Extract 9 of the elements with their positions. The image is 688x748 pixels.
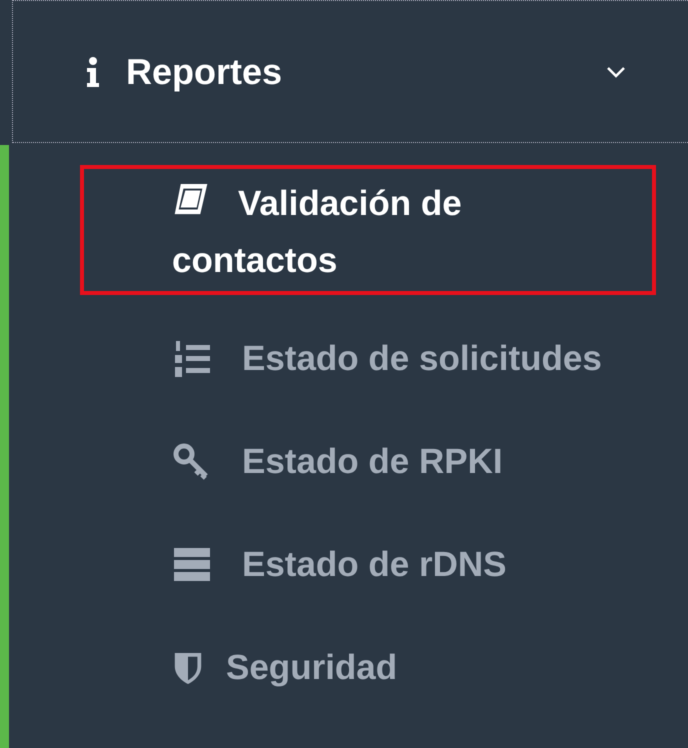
menu-header[interactable]: Reportes (12, 0, 688, 143)
book-icon (172, 183, 210, 217)
menu-item[interactable]: Validación de contactos (80, 165, 656, 295)
menu-item[interactable]: Seguridad (80, 616, 688, 719)
info-icon (86, 56, 100, 86)
menu-item[interactable]: Estado de solicitudes (80, 307, 688, 410)
numbered-list-icon (172, 338, 212, 378)
menu-item[interactable]: Estado de rDNS (80, 513, 688, 616)
menu-item[interactable]: Estado de RPKI (80, 410, 688, 513)
